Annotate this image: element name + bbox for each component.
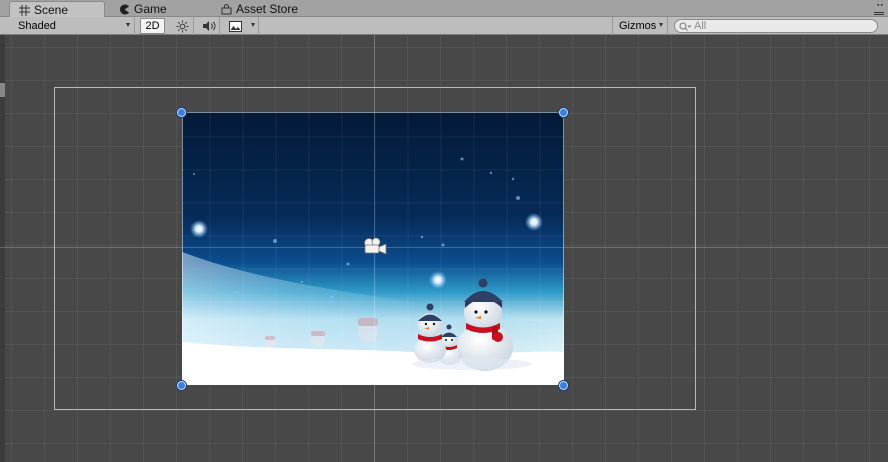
gizmos-label: Gizmos <box>619 20 657 32</box>
rect-handle-top-right[interactable] <box>559 108 568 117</box>
scene-viewport[interactable] <box>0 35 888 462</box>
search-placeholder: All <box>694 20 707 32</box>
chevron-down-icon <box>251 23 255 27</box>
pacman-icon <box>118 3 130 15</box>
tab-asset-store-label: Asset Store <box>236 2 299 16</box>
image-icon <box>229 20 242 32</box>
chevron-down-icon <box>659 23 663 27</box>
tab-asset-store[interactable]: Asset Store <box>212 1 332 17</box>
rect-handle-bottom-right[interactable] <box>559 381 568 390</box>
gizmos-dropdown[interactable]: Gizmos <box>612 17 668 35</box>
scene-effects-dropdown[interactable] <box>225 17 259 35</box>
scene-axis-horizontal <box>0 247 888 248</box>
camera-gizmo-icon[interactable] <box>361 237 389 255</box>
speaker-icon <box>202 21 215 31</box>
tab-strip: Scene Game Asset Store ▪▪ <box>0 0 888 18</box>
shading-mode-dropdown[interactable]: Shaded <box>12 17 135 35</box>
scene-left-edge <box>0 35 5 462</box>
scene-toolbar: Shaded 2D Gizmos All <box>0 17 888 35</box>
sun-icon <box>176 20 189 32</box>
hierarchy-search-field[interactable]: All <box>674 19 878 33</box>
tab-game-label: Game <box>134 2 167 16</box>
shading-mode-label: Shaded <box>18 20 56 32</box>
menu-lines-icon <box>874 12 884 13</box>
mode-2d-toggle[interactable]: 2D <box>140 18 165 34</box>
tab-scene[interactable]: Scene <box>9 1 105 18</box>
more-icon: ▪▪ <box>877 2 884 9</box>
scene-audio-toggle[interactable] <box>198 17 220 35</box>
mode-2d-label: 2D <box>145 20 160 32</box>
tab-game[interactable]: Game <box>110 1 210 17</box>
scene-lighting-toggle[interactable] <box>172 17 194 35</box>
chevron-down-icon <box>126 23 130 27</box>
bag-icon <box>220 3 232 15</box>
tab-scene-label: Scene <box>34 3 69 17</box>
search-icon <box>679 22 692 31</box>
rect-handle-bottom-left[interactable] <box>177 381 186 390</box>
scrollbar-thumb[interactable] <box>0 83 5 97</box>
rect-handle-top-left[interactable] <box>177 108 186 117</box>
tab-menu-button[interactable]: ▪▪ <box>872 2 884 13</box>
grid-icon <box>18 4 30 16</box>
